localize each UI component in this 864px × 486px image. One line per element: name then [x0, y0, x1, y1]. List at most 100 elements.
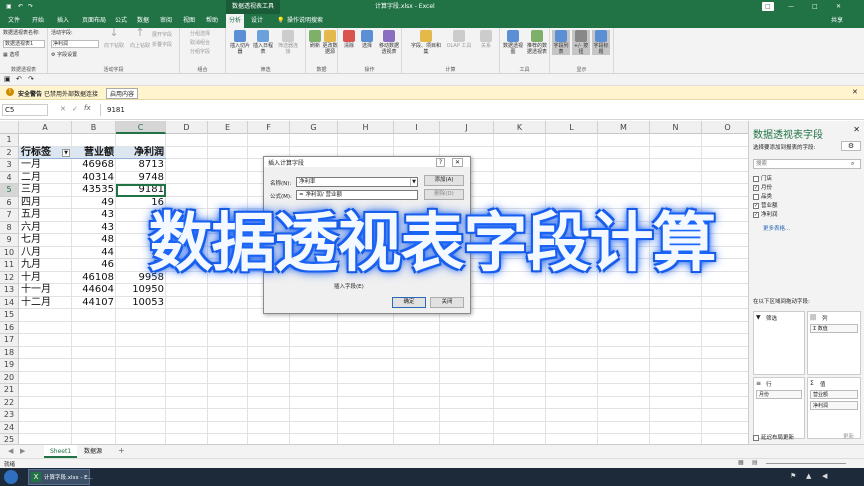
change-source-button[interactable]: 更改数据源: [322, 30, 338, 55]
column-header-j[interactable]: J: [440, 121, 494, 134]
filters-area[interactable]: ▼ 筛选: [753, 311, 805, 375]
tab-analyze[interactable]: 分析: [226, 14, 245, 28]
enable-content-button[interactable]: 启用内容: [106, 88, 139, 99]
columns-area[interactable]: ||| 列 Σ 数值: [807, 311, 861, 375]
refresh-button[interactable]: 刷新: [308, 30, 322, 49]
insert-field-button[interactable]: 插入字段(E): [334, 282, 364, 290]
row-header-22[interactable]: 22: [0, 396, 19, 409]
ok-button[interactable]: 确定: [392, 297, 426, 308]
field-checkbox[interactable]: ✓: [753, 184, 759, 191]
ungroup-button[interactable]: 取消组合: [190, 40, 210, 46]
relationships-button[interactable]: 关系: [476, 30, 496, 49]
row-header-18[interactable]: 18: [0, 346, 19, 359]
pivot-value-revenue[interactable]: 40314: [74, 172, 114, 184]
column-header-f[interactable]: F: [248, 121, 290, 134]
field-checkbox[interactable]: [753, 175, 759, 182]
values-area[interactable]: Σ 值 营业额 净利润: [807, 377, 861, 439]
row-header-13[interactable]: 13: [0, 284, 19, 297]
dialog-help-button[interactable]: ?: [436, 158, 446, 167]
row-label-filter-icon[interactable]: ▼: [62, 148, 70, 157]
formula-input[interactable]: 9181: [100, 104, 860, 116]
recommended-pivot-button[interactable]: 推荐的数据透视表: [525, 30, 549, 55]
row-header-3[interactable]: 3: [0, 159, 19, 172]
share-button[interactable]: 共享: [828, 14, 846, 28]
enter-icon[interactable]: ✓: [72, 105, 78, 113]
undo-icon-qat[interactable]: ↶: [16, 75, 22, 83]
drill-up-button[interactable]: ↑ 向上钻取: [128, 27, 152, 49]
pivot-row-label[interactable]: 十二月: [21, 297, 70, 309]
tab-file[interactable]: 文件: [5, 14, 23, 28]
column-header-k[interactable]: K: [494, 121, 546, 134]
defer-update-option[interactable]: 延迟布局更新: [753, 433, 794, 441]
tray-network-icon[interactable]: ▲: [806, 472, 811, 480]
active-field-input[interactable]: 净利润: [51, 40, 99, 48]
gear-icon[interactable]: ⚙: [841, 141, 861, 151]
group-field-button[interactable]: 分组字段: [190, 49, 210, 55]
row-header-4[interactable]: 4: [0, 171, 19, 184]
pivot-value-revenue[interactable]: 44604: [74, 284, 114, 296]
start-orb-icon[interactable]: [4, 470, 18, 484]
column-header-g[interactable]: G: [290, 121, 338, 134]
tab-view[interactable]: 视图: [180, 14, 198, 28]
row-header-20[interactable]: 20: [0, 371, 19, 384]
column-header-m[interactable]: M: [598, 121, 650, 134]
pivot-value-profit[interactable]: 10053: [118, 297, 164, 309]
save-icon-qat[interactable]: ▣: [4, 75, 11, 83]
tab-review[interactable]: 审阅: [157, 14, 175, 28]
maximize-button[interactable]: □: [812, 0, 818, 14]
clear-button[interactable]: 清除: [341, 30, 357, 49]
minimize-button[interactable]: —: [788, 0, 794, 14]
field-search-input[interactable]: 搜索: [753, 159, 861, 169]
filter-connections-button[interactable]: 筛选器连接: [276, 30, 300, 55]
next-sheet-icon[interactable]: ▶: [20, 447, 25, 455]
plus-minus-buttons-toggle[interactable]: +/- 按钮: [572, 30, 590, 55]
pivot-row-label[interactable]: 一月: [21, 159, 70, 171]
select-all-corner[interactable]: [0, 121, 19, 134]
tab-home[interactable]: 开始: [29, 14, 47, 28]
row-header-16[interactable]: 16: [0, 321, 19, 334]
pivot-chart-button[interactable]: 数据透视图: [502, 30, 524, 55]
taskbar-excel-item[interactable]: X 计算字段.xlsx - E...: [28, 469, 93, 485]
prev-sheet-icon[interactable]: ◀: [8, 447, 13, 455]
pivot-value-revenue[interactable]: 46968: [74, 159, 114, 171]
add-sheet-button[interactable]: +: [118, 446, 125, 455]
row-header-19[interactable]: 19: [0, 359, 19, 372]
options-button[interactable]: ▦ 选项: [3, 52, 19, 58]
panel-close-icon[interactable]: ✕: [853, 125, 860, 134]
row-header-21[interactable]: 21: [0, 384, 19, 397]
zoom-slider[interactable]: [766, 463, 846, 464]
view-layout-icon[interactable]: ▤: [752, 459, 758, 466]
name-combobox[interactable]: 净利率: [296, 177, 418, 187]
values-revenue-chip[interactable]: 营业额: [810, 390, 858, 399]
tab-help[interactable]: 帮助: [203, 14, 221, 28]
olap-tools-button[interactable]: OLAP 工具: [446, 30, 472, 49]
pivot-value-profit[interactable]: 9748: [118, 172, 164, 184]
row-header-15[interactable]: 15: [0, 309, 19, 322]
field-list-button[interactable]: 字段列表: [552, 30, 570, 55]
close-warning-icon[interactable]: ✕: [852, 88, 858, 96]
values-profit-chip[interactable]: 净利润: [810, 401, 858, 410]
row-header-14[interactable]: 14: [0, 296, 19, 309]
pivot-value-profit[interactable]: 8713: [118, 159, 164, 171]
group-selection-button[interactable]: 分组选择: [190, 31, 210, 37]
view-normal-icon[interactable]: ▦: [738, 459, 744, 466]
dialog-close-icon[interactable]: ✕: [452, 158, 464, 167]
tray-volume-icon[interactable]: ◀: [822, 472, 827, 480]
fx-icon[interactable]: fx: [84, 104, 91, 112]
row-header-25[interactable]: 25: [0, 434, 19, 444]
column-header-n[interactable]: N: [650, 121, 702, 134]
expand-field-button[interactable]: 展开字段: [152, 32, 172, 38]
column-header-i[interactable]: I: [394, 121, 440, 134]
save-icon[interactable]: ▣: [6, 0, 12, 14]
pivot-name-input[interactable]: 数据透视表1: [3, 40, 45, 48]
field-headers-toggle[interactable]: 字段标题: [592, 30, 610, 55]
pivot-row-label[interactable]: 十一月: [21, 284, 70, 296]
sheet-tab-sheet1[interactable]: Sheet1: [44, 445, 78, 458]
update-button[interactable]: 更新: [843, 432, 854, 440]
tab-insert[interactable]: 插入: [54, 14, 72, 28]
dialog-close-button[interactable]: 关闭: [430, 297, 464, 308]
rows-month-chip[interactable]: 月份: [756, 390, 802, 399]
rows-area[interactable]: ≡ 行 月份: [753, 377, 805, 439]
tab-page-layout[interactable]: 页面布局: [79, 14, 109, 28]
insert-slicer-button[interactable]: 插入切片器: [229, 30, 251, 55]
